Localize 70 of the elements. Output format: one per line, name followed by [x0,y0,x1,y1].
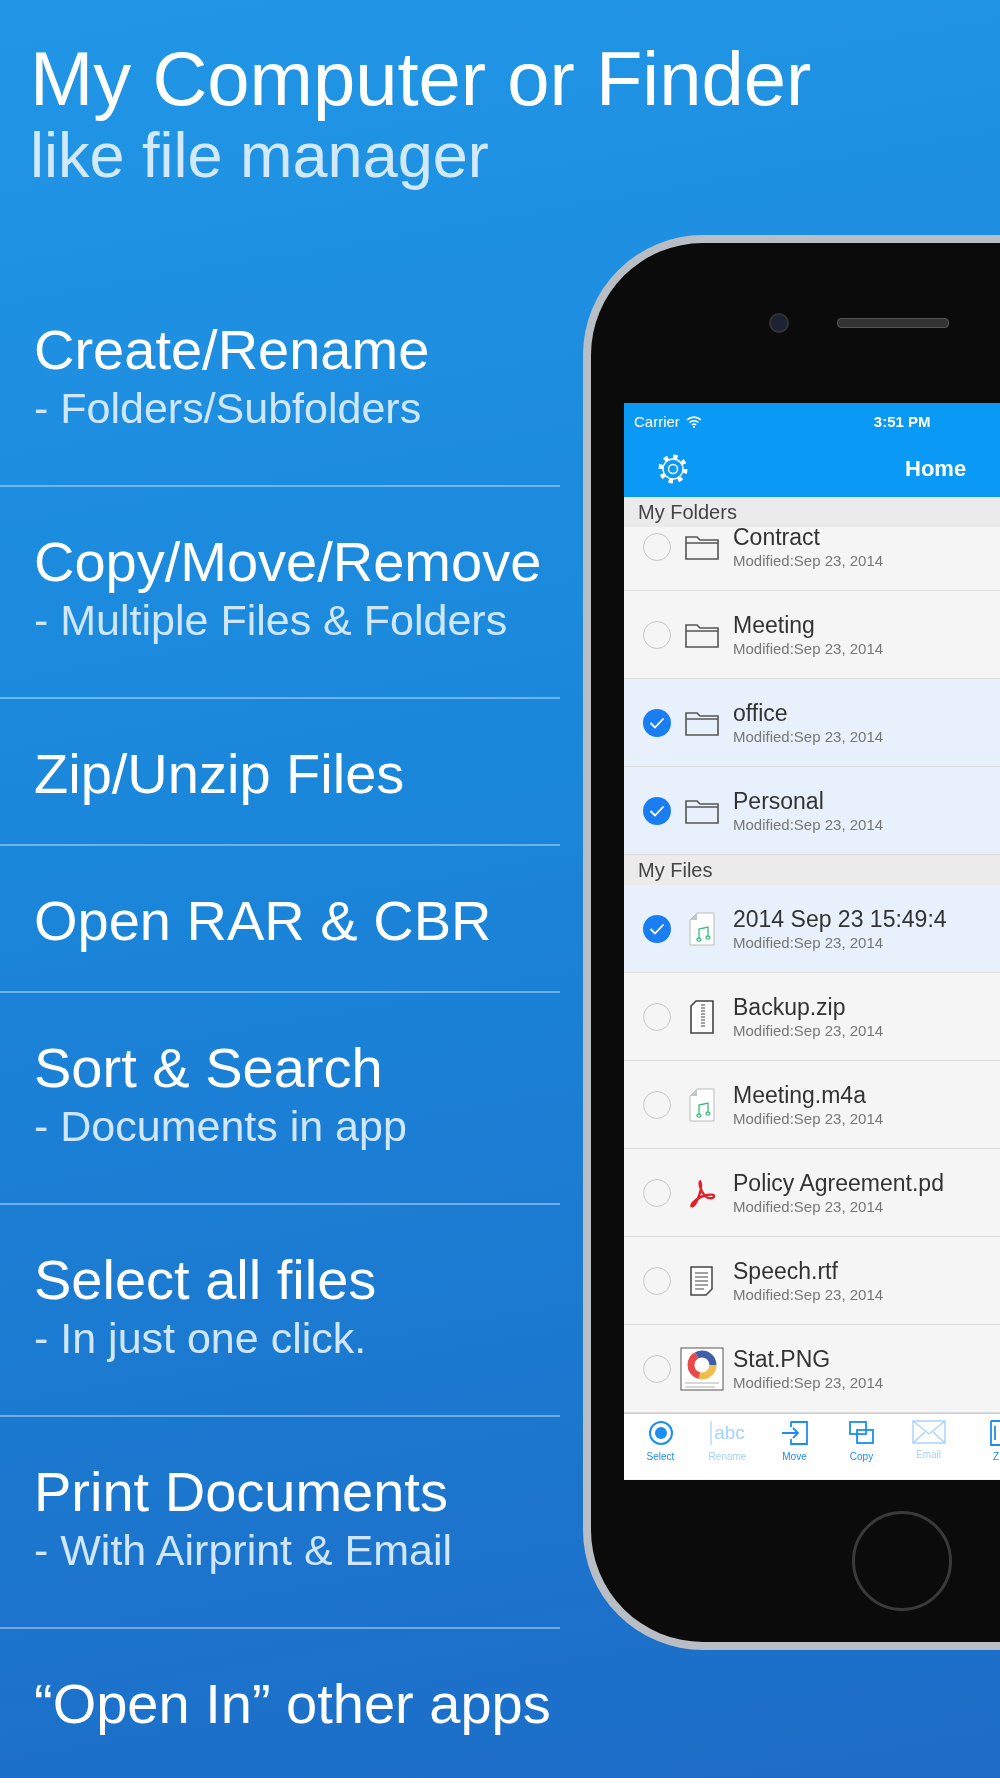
camera-icon [769,313,789,333]
file-name: Personal [733,786,825,815]
move-icon [780,1420,809,1446]
modified-date: Modified:Sep 23, 2014 [733,814,884,835]
toolbar-button[interactable]: Copy [828,1414,895,1479]
selection-circle[interactable] [643,914,671,943]
file-name: 2014 Sep 23 15:49:4 [733,904,947,933]
section-header: My Files [624,855,1000,885]
modified-date: Modified:Sep 23, 2014 [733,1284,884,1305]
section-header: My Folders [624,497,1000,527]
feature-subtitle: - In just one click. [34,1313,367,1364]
document-icon [689,1264,715,1297]
clock: 3:51 PM [873,413,931,430]
modified-date: Modified:Sep 23, 2014 [733,638,884,659]
modified-date: Modified:Sep 23, 2014 [733,550,884,571]
copy-icon [847,1420,876,1446]
checkmark-icon [649,716,665,729]
wifi-icon [685,415,702,428]
headline: My Computer or Finder [30,38,813,120]
music-file-icon [688,1086,716,1123]
toolbar-button[interactable]: Move [761,1414,828,1479]
toolbar-button[interactable]: Z [981,1414,1000,1479]
zip-file-icon [688,998,716,1035]
file-name: Meeting [733,610,816,639]
music-file-icon [688,910,716,947]
feature-title: Copy/Move/Remove [34,530,542,594]
feature-title: Print Documents [34,1460,448,1524]
feature-subtitle: - With Airprint & Email [34,1525,453,1576]
file-name: Speech.rtf [733,1256,839,1285]
feature-title: Sort & Search [34,1036,383,1100]
feature-subtitle: - Folders/Subfolders [34,383,422,434]
subheadline: like file manager [30,120,490,190]
file-name: Policy Agreement.pd [733,1168,944,1197]
nav-title: Home [905,455,967,482]
modified-date: Modified:Sep 23, 2014 [733,1108,884,1129]
checkmark-icon [649,922,665,935]
modified-date: Modified:Sep 23, 2014 [733,1196,885,1217]
home-button[interactable] [852,1511,952,1611]
carrier-label: Carrier [634,413,680,430]
file-name: Stat.PNG [733,1344,832,1373]
file-icon [990,1420,1000,1446]
modified-date: Modified:Sep 23, 2014 [733,726,884,747]
file-row[interactable]: Personal Modified:Sep 23, 2014 [624,767,1000,855]
feature-subtitle: - Multiple Files & Folders [34,595,508,646]
feature-title: Open RAR & CBR [34,889,492,953]
modified-date: Modified:Sep 23, 2014 [733,1020,884,1041]
text-cursor-icon [710,1420,713,1446]
modified-date: Modified:Sep 23, 2014 [733,1372,884,1393]
file-name: office [733,698,789,727]
file-name: Contract [733,527,821,551]
image-thumbnail-icon [680,1346,724,1391]
file-row[interactable]: office Modified:Sep 23, 2014 [624,679,1000,767]
file-row[interactable]: Contract Modified:Sep 23, 2014 [624,527,1000,591]
selection-circle[interactable] [643,708,671,737]
sample-text: abc [714,1421,745,1445]
envelope-icon [911,1420,946,1444]
modified-date: Modified:Sep 23, 2014 [733,932,885,953]
radio-icon [647,1420,674,1446]
feature-title: “Open In” other apps [34,1672,551,1736]
feature-title: Select all files [34,1248,377,1312]
feature-subtitle: - Documents in app [34,1101,407,1152]
checkmark-icon [649,804,665,817]
feature-title: Zip/Unzip Files [34,742,405,806]
file-row[interactable]: 2014 Sep 23 15:49:4 Modified:Sep 23, 2014 [624,885,1000,973]
pdf-icon [687,1177,717,1208]
feature-title: Create/Rename [34,318,430,382]
selection-circle[interactable] [643,796,671,825]
file-name: Meeting.m4a [733,1080,867,1109]
file-name: Backup.zip [733,992,847,1021]
toolbar-button[interactable]: Select [627,1414,694,1479]
